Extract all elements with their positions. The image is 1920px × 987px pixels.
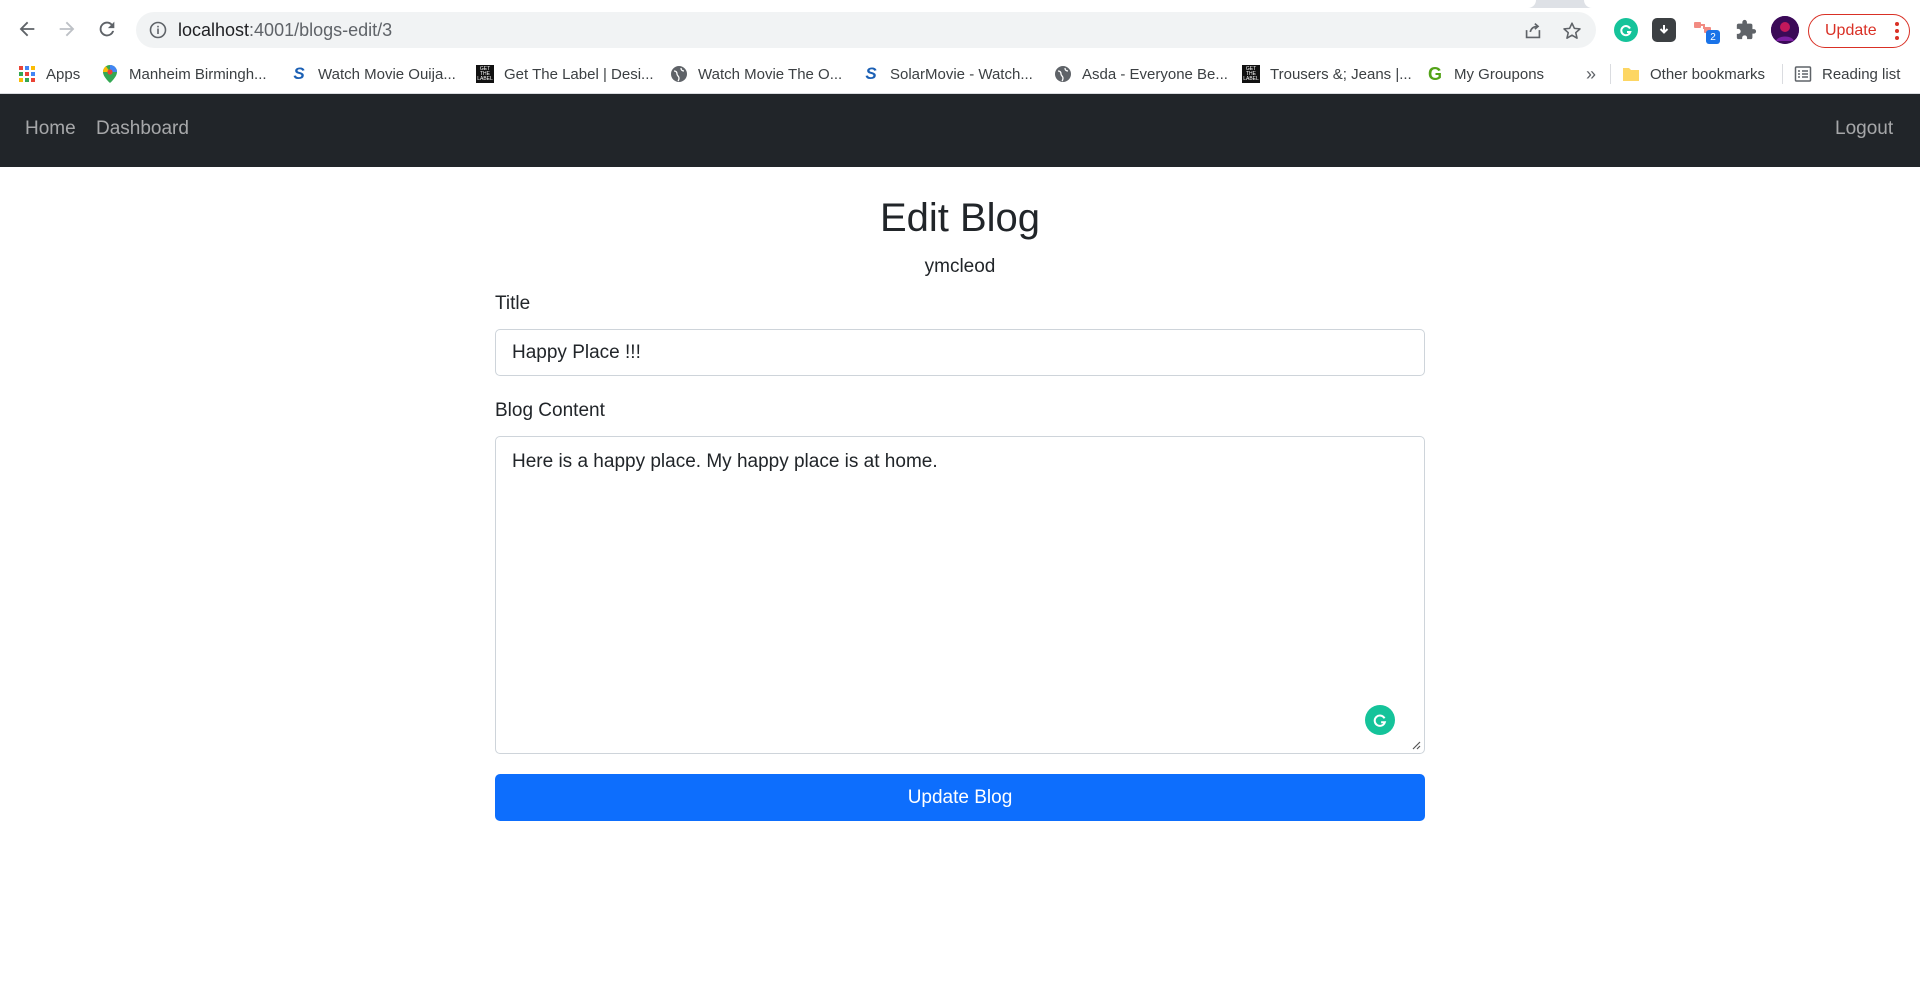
extensions-puzzle-icon[interactable] [1734,18,1758,42]
apps-grid-icon [18,65,36,83]
title-input[interactable] [495,329,1425,376]
reading-list-button[interactable]: Reading list [1794,62,1900,86]
globe-icon [670,65,688,83]
grammarly-extension-icon[interactable] [1614,18,1638,42]
app-navbar: Home Dashboard Logout [0,94,1920,167]
bookmark-trousers-jeans[interactable]: GET THE LABEL Trousers &; Jeans |... [1242,62,1412,86]
title-label: Title [495,293,531,314]
reload-icon [99,21,115,37]
chrome-update-button[interactable]: Update [1808,14,1910,48]
bookmark-my-groupons[interactable]: G My Groupons [1426,62,1544,86]
globe-icon [1054,65,1072,83]
update-blog-button[interactable]: Update Blog [495,774,1425,821]
reading-list-icon [1794,65,1812,83]
share-icon[interactable] [1522,20,1544,42]
author-username: ymcleod [924,256,996,277]
browser-toolbar: localhost:4001/blogs-edit/3 2 Update [0,8,1920,54]
nav-dashboard-link[interactable]: Dashboard [96,118,189,140]
site-info-icon[interactable] [148,20,168,40]
url-text: localhost:4001/blogs-edit/3 [178,20,393,40]
bookmark-solarmovie[interactable]: S SolarMovie - Watch... [862,62,1033,86]
forward-arrow-icon [59,21,75,37]
download-extension-icon[interactable] [1652,18,1676,42]
profile-avatar[interactable] [1771,16,1799,44]
solarmovie-icon: S [865,64,877,83]
bookmarks-bar: Apps Manheim Birmingh... S Watch Movie O… [0,54,1920,94]
textarea-resize-handle[interactable] [1411,740,1421,750]
active-tab[interactable] [0,0,1536,8]
bookmark-watch-movie-ouija[interactable]: S Watch Movie Ouija... [290,62,456,86]
bookmark-star-icon[interactable] [1561,20,1583,42]
solarmovie-icon: S [293,64,305,83]
bookmark-apps[interactable]: Apps [18,62,80,86]
get-the-label-icon: GET THE LABEL [1242,65,1260,83]
forward-button[interactable] [50,12,84,46]
get-the-label-icon: GET THE LABEL [476,65,494,83]
update-label: Update [1825,22,1877,39]
bookmark-manheim[interactable]: Manheim Birmingh... [101,62,267,86]
nav-home-link[interactable]: Home [25,118,76,140]
page-title: Edit Blog [879,196,1041,240]
inactive-tab[interactable] [1584,0,1920,8]
address-bar[interactable]: localhost:4001/blogs-edit/3 [136,12,1596,48]
content-label: Blog Content [495,400,605,421]
back-arrow-icon [19,21,35,37]
bookmarks-divider [1782,64,1783,84]
tab-groups-extension-icon[interactable]: 2 [1692,18,1720,44]
menu-dots-icon [1895,22,1899,40]
folder-icon [1622,65,1640,83]
nav-logout-link[interactable]: Logout [1835,118,1893,140]
tab-strip [0,0,1920,8]
bookmark-asda[interactable]: Asda - Everyone Be... [1054,62,1228,86]
reload-button[interactable] [90,12,124,46]
bookmark-watch-movie-the-o[interactable]: Watch Movie The O... [670,62,842,86]
back-button[interactable] [10,12,44,46]
blog-content-textarea[interactable]: Here is a happy place. My happy place is… [495,436,1425,754]
bookmarks-overflow-button[interactable]: » [1586,62,1596,86]
grammarly-icon[interactable] [1365,705,1395,735]
bookmark-get-the-label[interactable]: GET THE LABEL Get The Label | Desi... [476,62,654,86]
bookmarks-divider [1610,64,1611,84]
maps-pin-icon [101,65,119,83]
groupon-icon: G [1427,63,1442,84]
extension-badge: 2 [1706,30,1720,44]
other-bookmarks-folder[interactable]: Other bookmarks [1622,62,1765,86]
